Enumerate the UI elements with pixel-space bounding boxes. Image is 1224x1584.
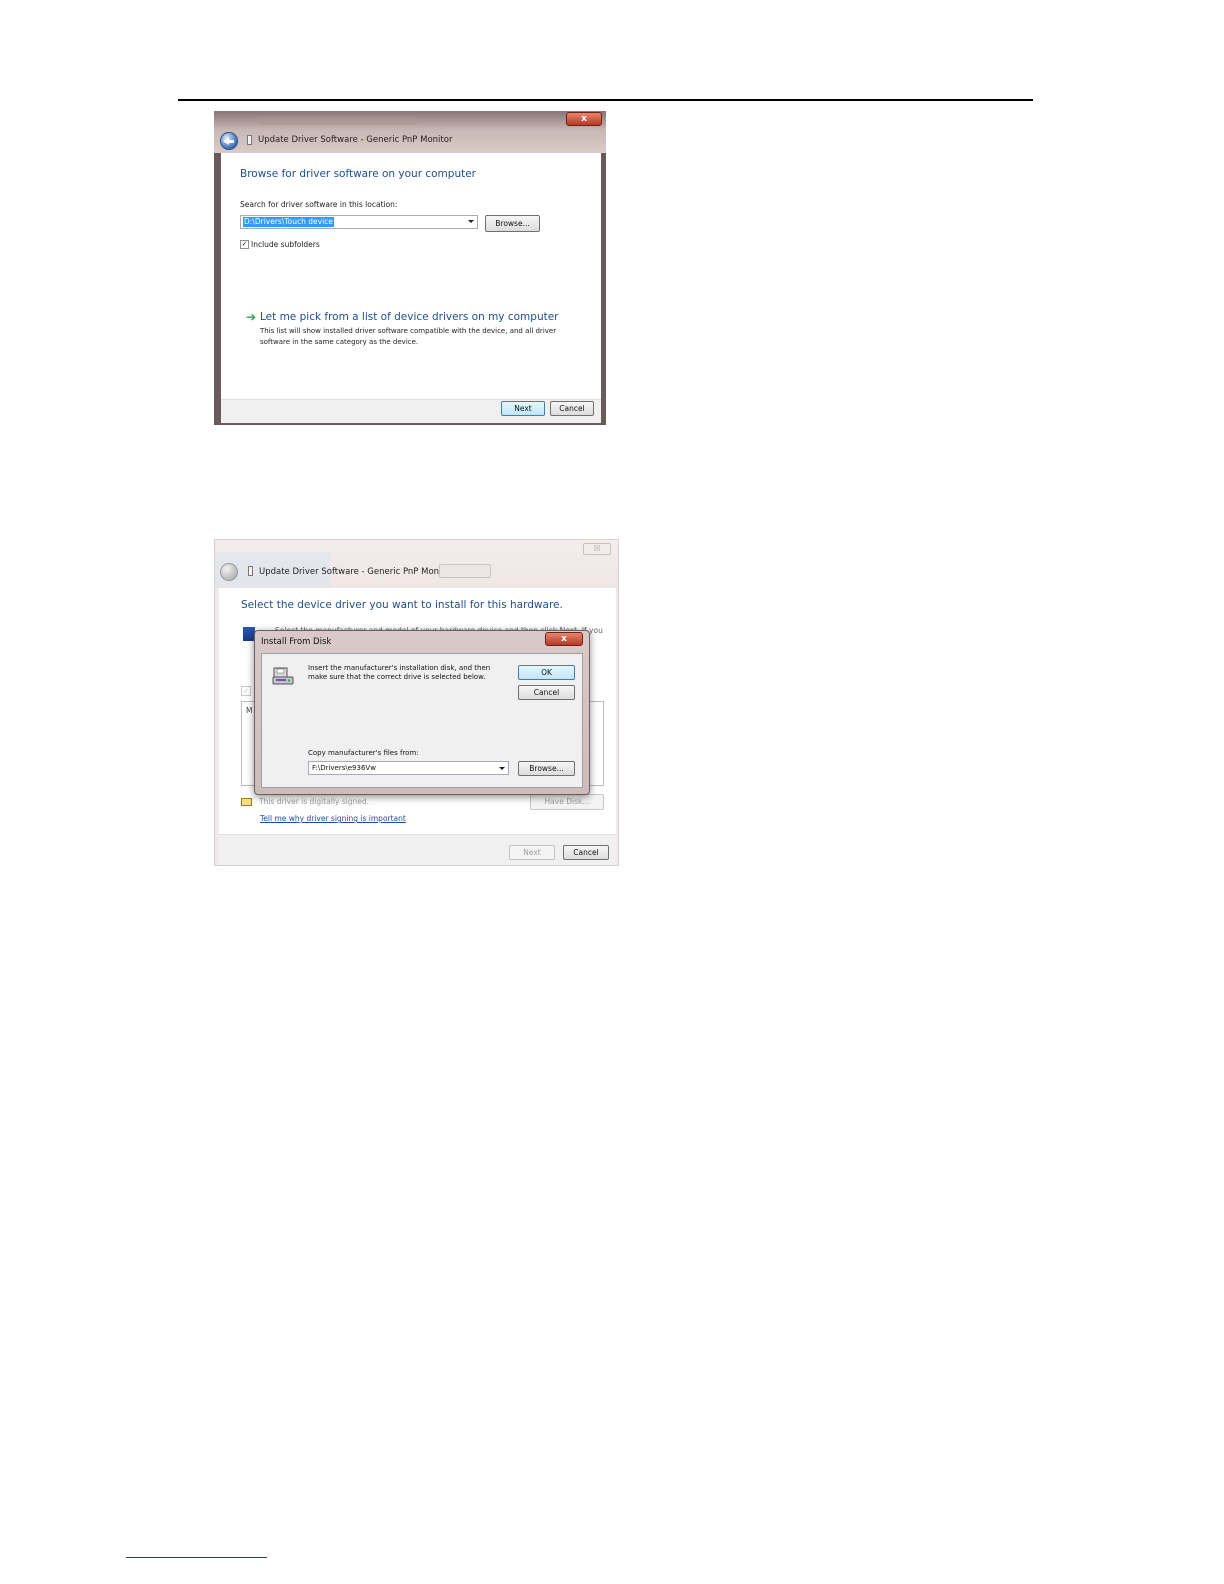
dialog-cancel-button[interactable]: Cancel	[518, 685, 575, 700]
dialog-close-button[interactable]: x	[545, 632, 583, 646]
show-compatible-checkbox[interactable]: ✓	[241, 686, 251, 696]
back-arrow-icon[interactable]	[220, 132, 238, 150]
dialog-body: Insert the manufacturer's installation d…	[261, 653, 583, 788]
certificate-icon	[241, 798, 252, 806]
browse-driver-window: x Update Driver Software - Generic PnP M…	[214, 111, 606, 425]
ok-button[interactable]: OK	[518, 665, 575, 680]
document-icon	[248, 566, 253, 576]
browse-button[interactable]: Browse...	[485, 215, 540, 232]
window-title: Update Driver Software - Generic PnP Mon…	[259, 567, 454, 577]
location-value[interactable]: D:\Drivers\Touch device	[243, 217, 334, 227]
pick-from-list-link[interactable]: Let me pick from a list of device driver…	[260, 311, 559, 323]
window-title: Update Driver Software - Generic PnP Mon…	[258, 135, 453, 145]
cancel-button[interactable]: Cancel	[550, 401, 594, 416]
wizard-content: Browse for driver software on your compu…	[221, 153, 601, 399]
next-button[interactable]: Next	[501, 401, 545, 416]
dialog-title: Install From Disk	[261, 637, 332, 647]
back-arrow-icon[interactable]	[220, 563, 238, 581]
window-titlebar: ☒ Update Driver Software - Generic PnP M…	[215, 540, 618, 588]
background-window-title	[258, 117, 418, 125]
close-icon: ☒	[593, 544, 601, 553]
driver-signing-link[interactable]: Tell me why driver signing is important	[260, 814, 406, 823]
search-location-label: Search for driver software in this locat…	[240, 200, 398, 209]
dialog-browse-button[interactable]: Browse...	[518, 761, 575, 776]
copy-files-value[interactable]: F:\Drivers\e936Vw	[312, 763, 376, 774]
have-disk-button[interactable]: Have Disk...	[530, 794, 604, 810]
close-icon: x	[581, 114, 587, 124]
copy-files-label: Copy manufacturer's files from:	[308, 749, 419, 757]
include-subfolders-label[interactable]: Include subfolders	[251, 240, 320, 249]
dialog-message: Insert the manufacturer's installation d…	[308, 664, 491, 681]
dropdown-arrow-icon[interactable]	[468, 220, 474, 223]
select-driver-window: ☒ Update Driver Software - Generic PnP M…	[214, 539, 619, 866]
close-icon: x	[561, 634, 567, 644]
dropdown-arrow-icon[interactable]	[499, 767, 505, 770]
next-button[interactable]: Next	[509, 845, 555, 860]
document-icon	[247, 135, 252, 145]
signed-status: This driver is digitally signed.	[259, 797, 370, 806]
page-header-rule	[178, 99, 1033, 101]
page-heading: Select the device driver you want to ins…	[241, 599, 563, 611]
green-arrow-icon: ➔	[246, 310, 257, 324]
wizard-footer	[219, 834, 616, 865]
disk-drive-icon	[272, 667, 294, 685]
page-heading: Browse for driver software on your compu…	[240, 168, 477, 180]
background-button	[439, 564, 491, 578]
page-footer-rule	[126, 1557, 267, 1558]
close-button[interactable]: ☒	[583, 543, 611, 555]
cancel-button[interactable]: Cancel	[563, 845, 609, 860]
window-titlebar: x Update Driver Software - Generic PnP M…	[214, 111, 606, 153]
close-button[interactable]: x	[566, 112, 602, 126]
list-column-header: M	[246, 706, 253, 715]
include-subfolders-checkbox[interactable]: ✓	[240, 240, 249, 249]
copy-files-combobox[interactable]: F:\Drivers\e936Vw	[308, 761, 509, 775]
location-combobox[interactable]: D:\Drivers\Touch device	[240, 215, 478, 229]
pick-from-list-description: This list will show installed driver sof…	[260, 327, 557, 346]
install-from-disk-dialog: Install From Disk x Insert the manufactu…	[254, 630, 590, 795]
